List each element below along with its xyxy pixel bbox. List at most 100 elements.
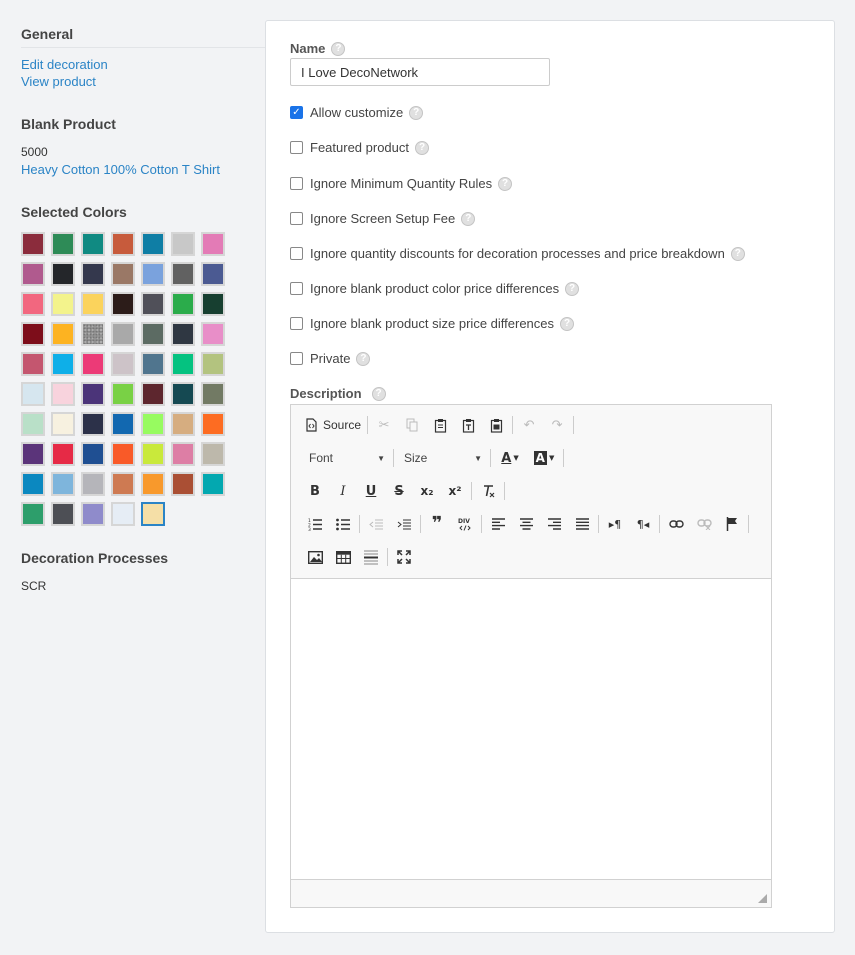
color-swatch[interactable] (171, 472, 195, 496)
color-swatch[interactable] (81, 352, 105, 376)
color-swatch[interactable] (81, 442, 105, 466)
color-swatch[interactable] (201, 442, 225, 466)
create-div-button[interactable]: DIV (451, 512, 479, 536)
anchor-button[interactable] (718, 512, 746, 536)
color-swatch[interactable] (171, 322, 195, 346)
color-swatch[interactable] (171, 262, 195, 286)
color-swatch[interactable] (171, 382, 195, 406)
color-swatch[interactable] (201, 232, 225, 256)
text-direction-rtl-button[interactable]: ¶◂ (629, 512, 657, 536)
color-swatch[interactable] (21, 352, 45, 376)
color-swatch[interactable] (51, 262, 75, 286)
color-swatch[interactable] (141, 322, 165, 346)
color-swatch[interactable] (111, 322, 135, 346)
align-left-button[interactable] (484, 512, 512, 536)
color-swatch[interactable] (141, 502, 165, 526)
background-color-button[interactable]: A ▼ (527, 446, 561, 470)
color-swatch[interactable] (21, 502, 45, 526)
color-swatch[interactable] (171, 412, 195, 436)
color-swatch[interactable] (81, 322, 105, 346)
copy-button[interactable] (398, 413, 426, 437)
undo-button[interactable]: ↶ (515, 413, 543, 437)
align-right-button[interactable] (540, 512, 568, 536)
help-icon[interactable]: ? (409, 105, 424, 120)
help-icon[interactable]: ? (331, 41, 346, 56)
view-product-link[interactable]: View product (21, 73, 265, 90)
help-icon[interactable]: ? (560, 316, 575, 331)
checkbox-row[interactable]: Private? (290, 351, 371, 366)
unlink-button[interactable] (690, 512, 718, 536)
color-swatch[interactable] (171, 352, 195, 376)
color-swatch[interactable] (21, 382, 45, 406)
paste-word-button[interactable] (482, 413, 510, 437)
color-swatch[interactable] (201, 292, 225, 316)
help-icon[interactable]: ? (498, 176, 513, 191)
color-swatch[interactable] (201, 472, 225, 496)
align-center-button[interactable] (512, 512, 540, 536)
subscript-button[interactable]: x₂ (413, 479, 441, 503)
text-color-button[interactable]: A ▼ (493, 446, 527, 470)
color-swatch[interactable] (111, 442, 135, 466)
color-swatch[interactable] (141, 412, 165, 436)
color-swatch[interactable] (51, 412, 75, 436)
color-swatch[interactable] (141, 442, 165, 466)
color-swatch[interactable] (111, 232, 135, 256)
text-direction-ltr-button[interactable]: ▸¶ (601, 512, 629, 536)
color-swatch[interactable] (51, 472, 75, 496)
maximize-button[interactable] (390, 545, 418, 569)
underline-button[interactable]: U (357, 479, 385, 503)
color-swatch[interactable] (201, 262, 225, 286)
checkbox[interactable] (290, 177, 303, 190)
checkbox[interactable] (290, 282, 303, 295)
link-button[interactable] (662, 512, 690, 536)
color-swatch[interactable] (51, 502, 75, 526)
checkbox[interactable] (290, 247, 303, 260)
checkbox-row[interactable]: Ignore blank product color price differe… (290, 281, 580, 296)
color-swatch[interactable] (21, 262, 45, 286)
color-swatch[interactable] (141, 232, 165, 256)
table-button[interactable] (329, 545, 357, 569)
paste-button[interactable] (426, 413, 454, 437)
bulleted-list-button[interactable] (329, 512, 357, 536)
color-swatch[interactable] (21, 472, 45, 496)
color-swatch[interactable] (141, 352, 165, 376)
color-swatch[interactable] (51, 382, 75, 406)
color-swatch[interactable] (81, 232, 105, 256)
editor-content-area[interactable] (291, 579, 771, 879)
color-swatch[interactable] (111, 292, 135, 316)
checkbox-row[interactable]: Featured product? (290, 140, 430, 155)
color-swatch[interactable] (21, 232, 45, 256)
indent-button[interactable] (390, 512, 418, 536)
color-swatch[interactable] (111, 472, 135, 496)
checkbox-row[interactable]: Ignore Screen Setup Fee? (290, 211, 476, 226)
checkbox[interactable] (290, 141, 303, 154)
color-swatch[interactable] (141, 382, 165, 406)
help-icon[interactable]: ? (415, 140, 430, 155)
color-swatch[interactable] (81, 382, 105, 406)
strikethrough-button[interactable]: S (385, 479, 413, 503)
help-icon[interactable]: ? (356, 351, 371, 366)
color-swatch[interactable] (51, 232, 75, 256)
color-swatch[interactable] (81, 472, 105, 496)
color-swatch[interactable] (171, 232, 195, 256)
color-swatch[interactable] (111, 352, 135, 376)
checkbox-checked[interactable]: ✓ (290, 106, 303, 119)
checkbox[interactable] (290, 212, 303, 225)
color-swatch[interactable] (141, 472, 165, 496)
color-swatch[interactable] (81, 412, 105, 436)
color-swatch[interactable] (51, 292, 75, 316)
checkbox-row[interactable]: ✓ Allow customize? (290, 105, 424, 120)
color-swatch[interactable] (171, 292, 195, 316)
checkbox-row[interactable]: Ignore blank product size price differen… (290, 316, 575, 331)
resize-handle-icon[interactable] (758, 894, 767, 903)
help-icon[interactable]: ? (730, 246, 745, 261)
horizontal-rule-button[interactable] (357, 545, 385, 569)
size-select[interactable]: Size ▼ (396, 446, 488, 470)
name-input[interactable] (290, 58, 550, 86)
color-swatch[interactable] (81, 502, 105, 526)
color-swatch[interactable] (81, 292, 105, 316)
help-icon[interactable]: ? (371, 386, 386, 401)
color-swatch[interactable] (141, 292, 165, 316)
bold-button[interactable]: B (301, 479, 329, 503)
color-swatch[interactable] (201, 412, 225, 436)
